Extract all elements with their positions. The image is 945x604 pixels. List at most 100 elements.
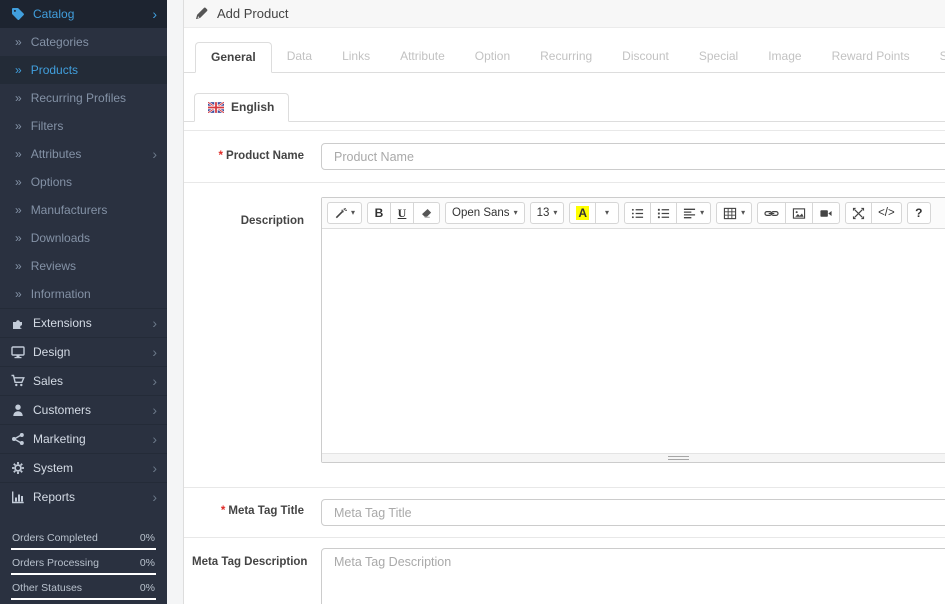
help-button[interactable]: ? — [907, 202, 931, 224]
editor-resize-handle[interactable] — [668, 456, 689, 460]
tab-links[interactable]: Links — [327, 42, 385, 73]
code-view-button[interactable]: </> — [871, 202, 902, 224]
tab-seo[interactable]: SEO — [925, 42, 945, 73]
description-label: Description — [192, 197, 304, 463]
sidebar-item-filters[interactable]: »Filters — [0, 112, 167, 140]
chevron-right-icon: › — [152, 490, 157, 504]
sidebar-item-extensions[interactable]: Extensions › — [0, 308, 167, 337]
catalog-submenu: »Categories »Products »Recurring Profile… — [0, 28, 167, 308]
bullet-list-icon — [631, 207, 644, 220]
tab-image[interactable]: Image — [753, 42, 816, 73]
page-title: Add Product — [217, 6, 289, 21]
fullscreen-button[interactable] — [845, 202, 872, 224]
sidebar-item-marketing[interactable]: Marketing › — [0, 424, 167, 453]
sidebar-item-customers[interactable]: Customers › — [0, 395, 167, 424]
sidebar-item-recurring-profiles[interactable]: »Recurring Profiles — [0, 84, 167, 112]
sidebar-item-information[interactable]: »Information — [0, 280, 167, 308]
font-family-button[interactable]: Open Sans▾ — [445, 202, 525, 224]
tag-icon — [10, 7, 25, 21]
double-angle-icon: » — [15, 119, 22, 133]
opencart-admin: Catalog › »Categories »Products »Recurri… — [0, 0, 945, 604]
sidebar-item-design[interactable]: Design › — [0, 337, 167, 366]
bold-button[interactable]: B — [367, 202, 391, 224]
eraser-icon — [420, 207, 433, 220]
table-button[interactable]: ▾ — [716, 202, 752, 224]
sidebar-item-categories[interactable]: »Categories — [0, 28, 167, 56]
sidebar-item-sales[interactable]: Sales › — [0, 366, 167, 395]
chevron-right-icon: › — [152, 403, 157, 417]
tab-discount[interactable]: Discount — [607, 42, 684, 73]
tab-special[interactable]: Special — [684, 42, 753, 73]
tab-recurring[interactable]: Recurring — [525, 42, 607, 73]
image-icon — [792, 207, 806, 220]
sidebar-item-system[interactable]: System › — [0, 453, 167, 482]
meta-title-input[interactable] — [321, 499, 945, 526]
tab-attribute[interactable]: Attribute — [385, 42, 460, 73]
form-row-meta-description: Meta Tag Description — [184, 538, 945, 604]
sidebar-item-reports[interactable]: Reports › — [0, 482, 167, 511]
image-button[interactable] — [785, 202, 813, 224]
double-angle-icon: » — [15, 175, 22, 189]
double-angle-icon: » — [15, 231, 22, 245]
double-angle-icon: » — [15, 63, 22, 77]
description-editor: ▾ B U — [321, 197, 945, 463]
add-product-panel: Add Product General Data Links Attribute… — [183, 0, 945, 604]
stat-value: 0% — [140, 582, 155, 594]
description-edit-area[interactable] — [322, 229, 945, 453]
tab-reward-points[interactable]: Reward Points — [817, 42, 925, 73]
font-color-dropdown-button[interactable]: ▾ — [595, 202, 619, 224]
clear-formatting-button[interactable] — [413, 202, 440, 224]
link-button[interactable] — [757, 202, 786, 224]
sidebar-item-catalog[interactable]: Catalog › — [0, 0, 167, 28]
sidebar-item-reviews[interactable]: »Reviews — [0, 252, 167, 280]
underline-button[interactable]: U — [390, 202, 414, 224]
chevron-right-icon: › — [152, 147, 157, 161]
unordered-list-button[interactable] — [624, 202, 651, 224]
font-color-button[interactable]: A — [569, 202, 596, 224]
tab-data[interactable]: Data — [272, 42, 327, 73]
tab-language-english[interactable]: English — [194, 93, 289, 122]
paragraph-align-button[interactable]: ▾ — [676, 202, 711, 224]
video-icon — [819, 207, 833, 220]
meta-description-label: Meta Tag Description — [192, 548, 304, 604]
double-angle-icon: » — [15, 287, 22, 301]
progress-bar — [11, 598, 156, 600]
form-row-meta-title: *Meta Tag Title — [184, 488, 945, 538]
product-tabs: General Data Links Attribute Option Recu… — [184, 42, 945, 73]
chevron-right-icon: › — [152, 374, 157, 388]
font-size-button[interactable]: 13▾ — [530, 202, 565, 224]
double-angle-icon: » — [15, 35, 22, 49]
user-icon — [10, 403, 25, 417]
sidebar-item-options[interactable]: »Options — [0, 168, 167, 196]
stat-other-statuses: Other Statuses0% — [11, 578, 156, 600]
bar-chart-icon — [10, 490, 25, 504]
chevron-right-icon: › — [152, 316, 157, 330]
video-button[interactable] — [812, 202, 840, 224]
share-icon — [10, 432, 25, 446]
product-name-label: *Product Name — [192, 143, 304, 170]
editor-toolbar: ▾ B U — [322, 198, 945, 229]
meta-description-textarea[interactable] — [321, 548, 945, 604]
numbered-list-icon — [657, 207, 670, 220]
ordered-list-button[interactable] — [650, 202, 677, 224]
main-content: Add Product General Data Links Attribute… — [167, 0, 945, 604]
stat-value: 0% — [140, 557, 155, 569]
sidebar-item-label: Catalog — [33, 7, 74, 21]
stat-value: 0% — [140, 532, 155, 544]
chevron-right-icon: › — [152, 7, 157, 21]
progress-bar — [11, 548, 156, 550]
sidebar-item-products[interactable]: »Products — [0, 56, 167, 84]
sidebar-item-attributes[interactable]: »Attributes› — [0, 140, 167, 168]
tab-option[interactable]: Option — [460, 42, 525, 73]
double-angle-icon: » — [15, 259, 22, 273]
chevron-right-icon: › — [152, 461, 157, 475]
product-name-input[interactable] — [321, 143, 945, 170]
tab-general[interactable]: General — [195, 42, 272, 73]
sidebar-item-manufacturers[interactable]: »Manufacturers — [0, 196, 167, 224]
sidebar-item-downloads[interactable]: »Downloads — [0, 224, 167, 252]
form-row-description: Description ▾ — [184, 183, 945, 488]
magic-style-button[interactable]: ▾ — [327, 202, 362, 224]
meta-title-label: *Meta Tag Title — [192, 499, 304, 526]
chevron-right-icon: › — [152, 432, 157, 446]
general-form: *Product Name Description — [184, 130, 945, 604]
